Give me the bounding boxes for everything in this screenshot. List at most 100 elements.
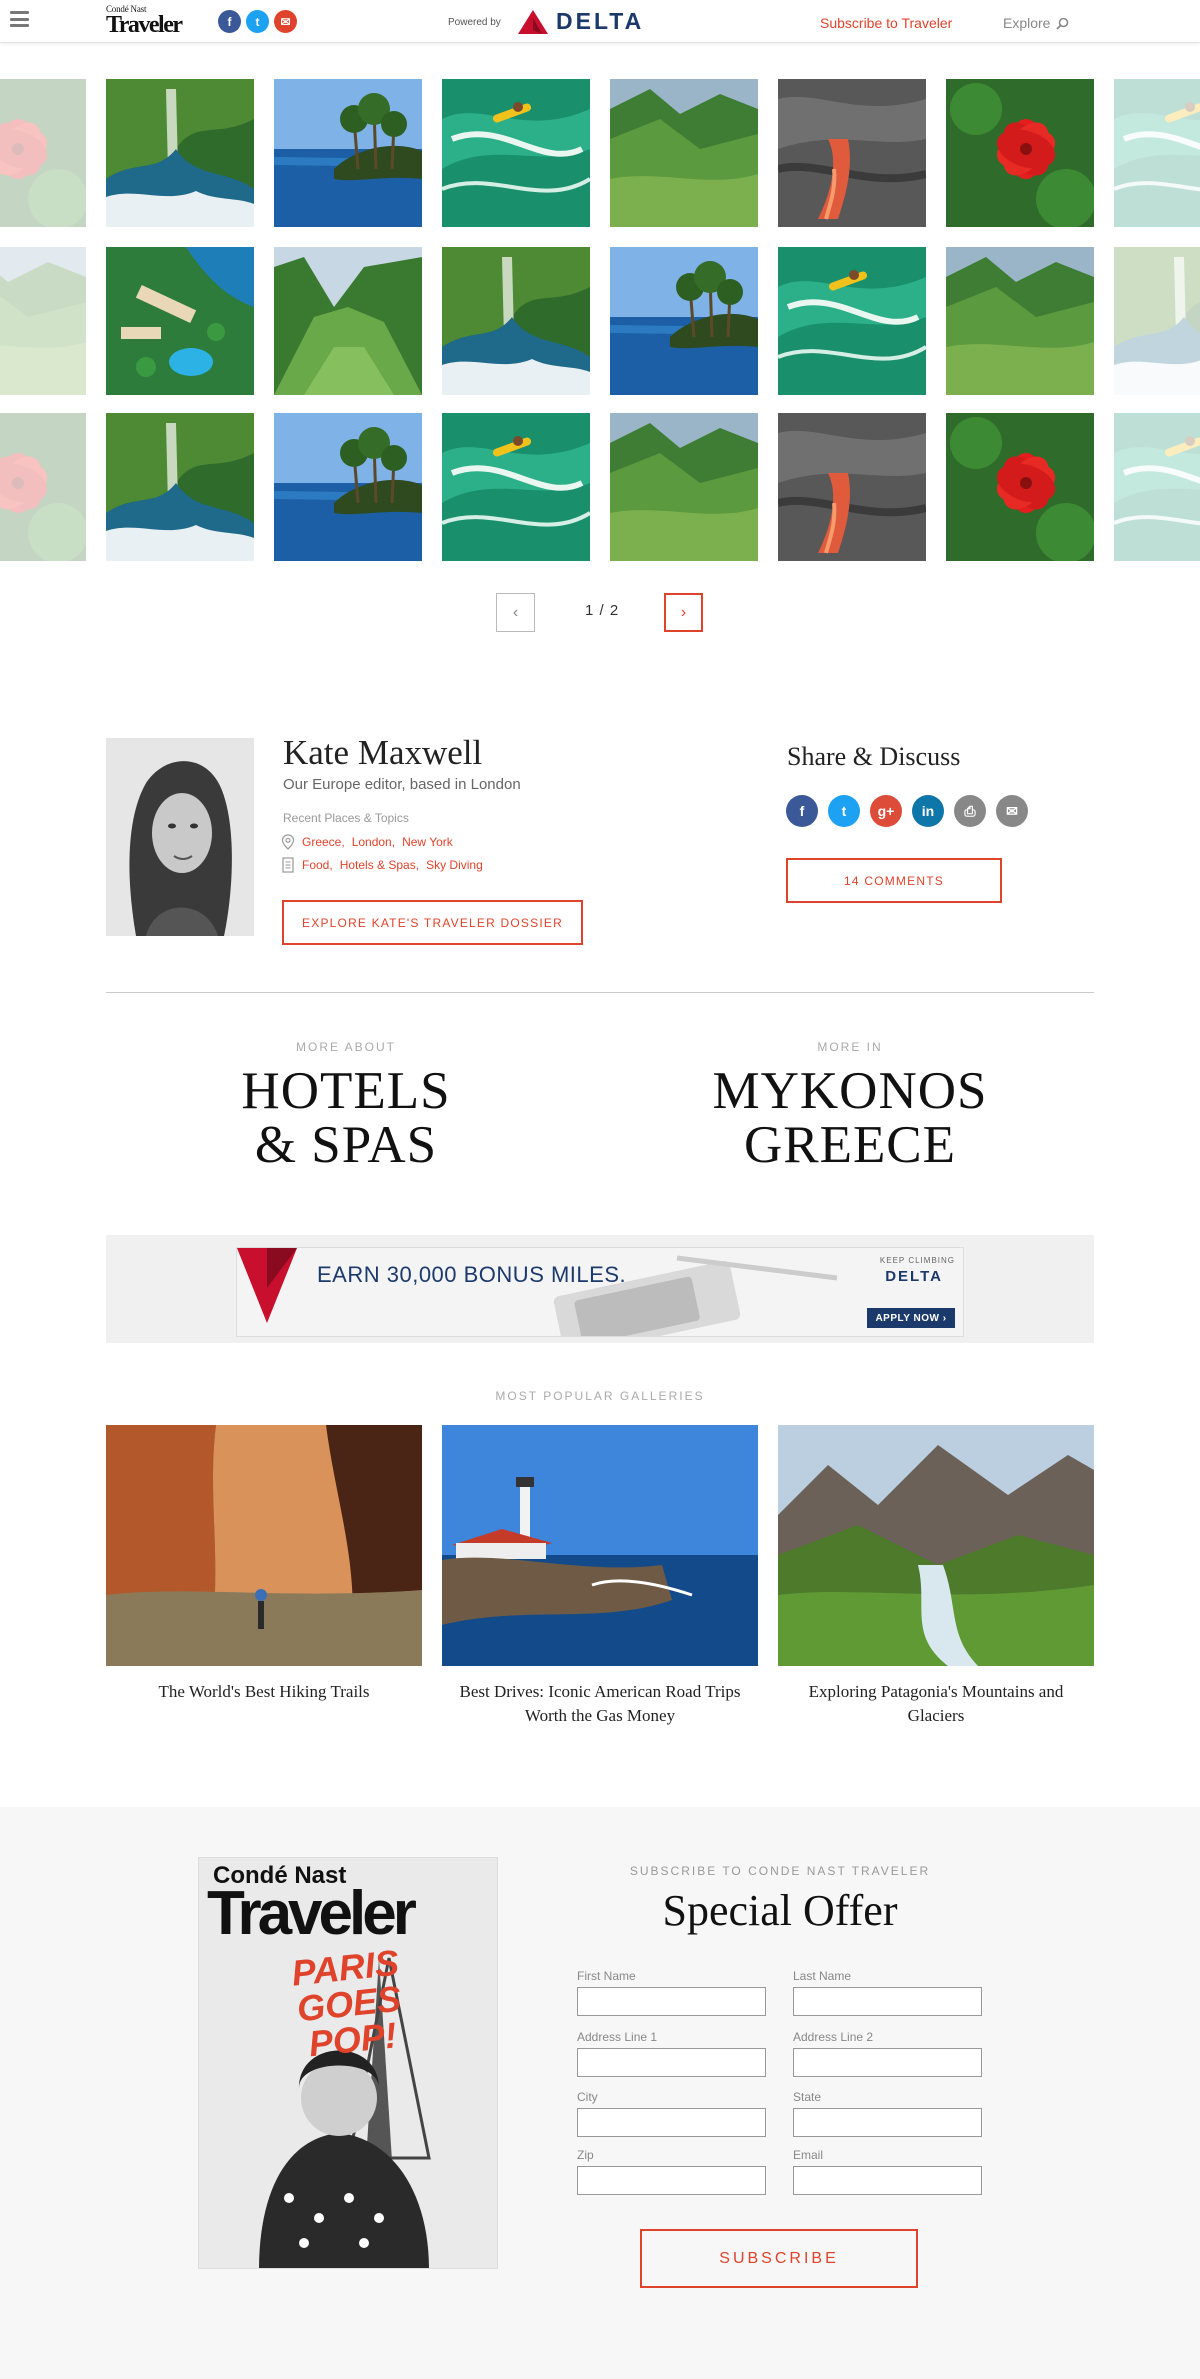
address-line1-input[interactable] — [577, 2048, 766, 2077]
page-indicator: 1 / 2 — [585, 602, 620, 619]
more-in-kicker: MORE IN — [817, 1040, 883, 1054]
share-icon[interactable]: ✉ — [274, 10, 297, 33]
most-popular-label: MOST POPULAR GALLERIES — [495, 1389, 705, 1403]
powered-by-label: Powered by — [448, 17, 501, 28]
advertisement-slot: EARN 30,000 BONUS MILES. KEEP CLIMBING D… — [106, 1235, 1094, 1343]
gallery-thumbnail[interactable] — [274, 247, 422, 395]
place-tag[interactable]: New York — [402, 835, 453, 849]
gallery-thumbnail[interactable] — [0, 79, 86, 227]
gallery-thumbnail[interactable] — [610, 79, 758, 227]
twitter-icon[interactable]: t — [246, 10, 269, 33]
email-field: Email — [793, 2148, 982, 2195]
gallery-thumbnail[interactable] — [1114, 247, 1200, 395]
gallery-thumbnail[interactable] — [0, 413, 86, 561]
gallery-thumbnail[interactable] — [106, 247, 254, 395]
subscribe-link[interactable]: Subscribe to Traveler — [820, 15, 952, 31]
more-about-topic-line2: & SPAS — [254, 1116, 438, 1174]
gallery-title: The World's Best Hiking Trails — [158, 1682, 370, 1701]
facebook-icon[interactable]: f — [786, 795, 818, 827]
more-about-link[interactable]: MORE ABOUT HOTELS & SPAS — [146, 1040, 546, 1172]
gallery-thumbnail[interactable] — [778, 413, 926, 561]
cover-brand-big: Traveler — [207, 1879, 417, 1948]
city-input[interactable] — [577, 2108, 766, 2137]
recent-places-row: Greece, London, New York — [281, 834, 453, 850]
more-in-place-line2: GREECE — [743, 1116, 957, 1174]
gallery-thumbnail[interactable] — [1114, 79, 1200, 227]
topic-tag[interactable]: Sky Diving — [426, 858, 483, 872]
popular-gallery-card[interactable]: Exploring Patagonia's Mountains and Glac… — [778, 1425, 1094, 1728]
popular-gallery-card[interactable]: Best Drives: Iconic American Road Trips … — [442, 1425, 758, 1728]
city-field: City — [577, 2090, 766, 2137]
gallery-thumbnail[interactable] — [946, 413, 1094, 561]
gallery-thumbnail[interactable] — [946, 79, 1094, 227]
share-buttons: f t g+ in ⎙ ✉ — [786, 795, 1028, 827]
gallery-thumbnail[interactable] — [442, 247, 590, 395]
gallery-thumbnail[interactable] — [610, 247, 758, 395]
first-name-input[interactable] — [577, 1987, 766, 2016]
explore-label: Explore — [1003, 15, 1051, 31]
gallery-thumbnail[interactable] — [106, 79, 254, 227]
address-line2-input[interactable] — [793, 2048, 982, 2077]
gallery-thumbnail[interactable] — [106, 413, 254, 561]
search-icon — [1056, 17, 1069, 30]
gallery-cover-image — [106, 1425, 422, 1666]
google-plus-icon[interactable]: g+ — [870, 795, 902, 827]
comments-button[interactable]: 14 COMMENTS — [786, 858, 1002, 903]
gallery-thumbnail[interactable] — [274, 413, 422, 561]
recent-places-label: Recent Places & Topics — [283, 811, 409, 825]
more-in-link[interactable]: MORE IN MYKONOS GREECE — [650, 1040, 1050, 1172]
zip-input[interactable] — [577, 2166, 766, 2195]
explore-dossier-button[interactable]: EXPLORE KATE'S TRAVELER DOSSIER — [282, 900, 583, 945]
previous-page-button[interactable]: ‹ — [496, 593, 535, 632]
popular-gallery-card[interactable]: The World's Best Hiking Trails — [106, 1425, 422, 1704]
gallery-thumbnail[interactable] — [442, 413, 590, 561]
gallery-pager: ‹ 1 / 2 › — [0, 593, 1200, 633]
share-title: Share & Discuss — [787, 742, 961, 771]
state-input[interactable] — [793, 2108, 982, 2137]
place-tag[interactable]: London, — [352, 835, 395, 849]
cover-headline: PARIS GOES POP! — [289, 1941, 403, 2065]
traveler-logo[interactable]: Condé Nast Traveler — [106, 5, 184, 38]
place-tag[interactable]: Greece, — [302, 835, 345, 849]
email-icon[interactable]: ✉ — [996, 795, 1028, 827]
gallery-thumbnail[interactable] — [0, 247, 86, 395]
photo-grid — [0, 79, 1200, 563]
linkedin-icon[interactable]: in — [912, 795, 944, 827]
ad-headline: EARN 30,000 BONUS MILES. — [317, 1262, 627, 1287]
gallery-thumbnail[interactable] — [778, 79, 926, 227]
gallery-thumbnail[interactable] — [610, 413, 758, 561]
explore-button[interactable]: Explore — [1003, 15, 1069, 31]
author-name[interactable]: Kate Maxwell — [283, 733, 482, 773]
delta-sponsor-logo[interactable]: DELTA — [518, 8, 644, 35]
twitter-icon[interactable]: t — [828, 795, 860, 827]
gallery-thumbnail[interactable] — [1114, 413, 1200, 561]
print-icon[interactable]: ⎙ — [954, 795, 986, 827]
header-social-links: f t ✉ — [218, 10, 297, 33]
state-field: State — [793, 2090, 982, 2137]
last-name-field: Last Name — [793, 1969, 982, 2016]
delta-banner-ad[interactable]: EARN 30,000 BONUS MILES. KEEP CLIMBING D… — [236, 1247, 964, 1337]
gallery-thumbnail[interactable] — [274, 79, 422, 227]
city-label: City — [577, 2090, 598, 2104]
gallery-thumbnail[interactable] — [946, 247, 1094, 395]
email-label: Email — [793, 2148, 824, 2162]
more-about-kicker: MORE ABOUT — [295, 1040, 396, 1054]
recent-topics-row: Food, Hotels & Spas, Sky Diving — [281, 857, 483, 873]
state-label: State — [793, 2090, 822, 2104]
last-name-input[interactable] — [793, 1987, 982, 2016]
gallery-thumbnail[interactable] — [442, 79, 590, 227]
ad-apply-button[interactable]: APPLY NOW › — [867, 1308, 955, 1328]
subscribe-button[interactable]: SUBSCRIBE — [640, 2229, 918, 2288]
facebook-icon[interactable]: f — [218, 10, 241, 33]
menu-icon[interactable] — [10, 11, 29, 27]
topic-tag[interactable]: Hotels & Spas, — [340, 858, 419, 872]
gallery-cover-image — [442, 1425, 758, 1666]
special-offer-title: Special Offer — [662, 1886, 898, 1935]
logo-title: Traveler — [106, 12, 183, 38]
email-input[interactable] — [793, 2166, 982, 2195]
gallery-thumbnail[interactable] — [778, 247, 926, 395]
topic-tag[interactable]: Food, — [302, 858, 333, 872]
location-pin-icon — [281, 834, 295, 850]
magazine-cover[interactable]: Condé Nast Traveler PARIS GOES POP! — [198, 1857, 498, 2269]
next-page-button[interactable]: › — [664, 593, 703, 632]
